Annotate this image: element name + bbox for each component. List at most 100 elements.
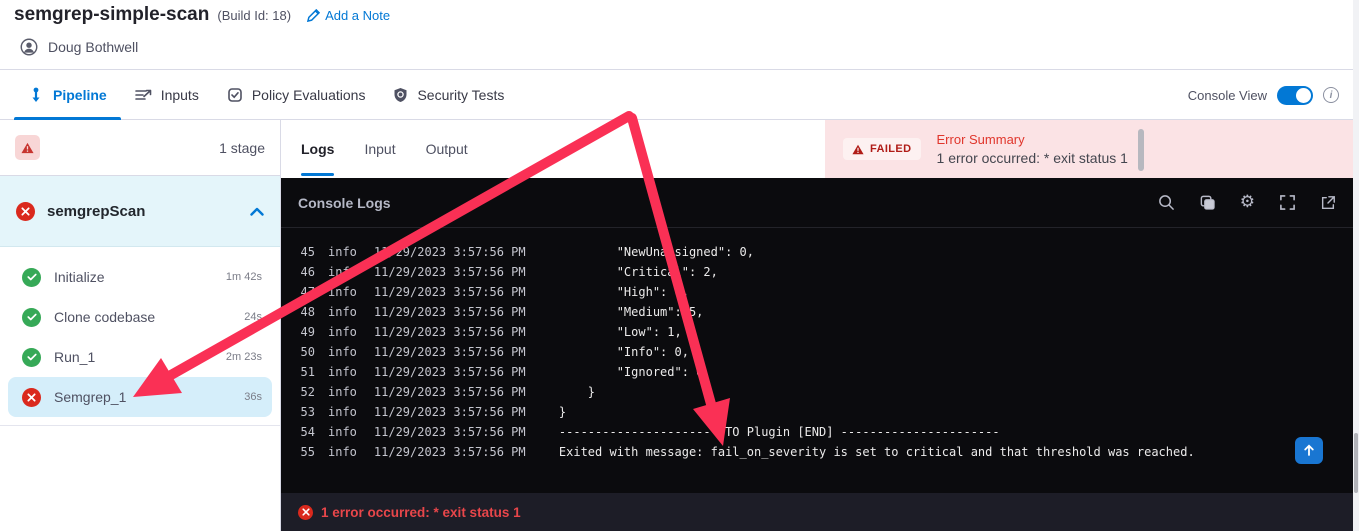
log-line-number: 50 <box>300 345 315 359</box>
log-level: info <box>328 345 357 359</box>
warning-triangle-icon <box>21 142 34 153</box>
status-badge: FAILED <box>843 138 921 160</box>
tab-output[interactable]: Output <box>426 120 468 178</box>
tab-pipeline[interactable]: Pipeline <box>14 70 121 120</box>
log-timestamp: 11/29/2023 3:57:56 PM <box>373 265 526 279</box>
user-avatar-icon <box>20 38 38 56</box>
log-timestamp: 11/29/2023 3:57:56 PM <box>373 285 526 299</box>
inputs-icon <box>134 89 151 100</box>
step-duration: 1m 42s <box>225 271 262 283</box>
log-message: "Ignored": 0 <box>558 365 704 379</box>
page-title: semgrep-simple-scan <box>14 4 210 25</box>
step-duration: 2m 23s <box>225 351 262 363</box>
log-level: info <box>328 265 357 279</box>
step-row-initialize[interactable]: Initialize 1m 42s <box>8 257 272 297</box>
log-message: } <box>558 405 567 419</box>
console-view-toggle[interactable] <box>1277 85 1313 105</box>
stage-row-semgrepscan[interactable]: semgrepScan <box>0 176 280 247</box>
log-line: 45 info 11/29/2023 3:57:56 PM "NewUnassi… <box>281 242 1353 262</box>
console-log-lines: 45 info 11/29/2023 3:57:56 PM "NewUnassi… <box>281 228 1353 462</box>
chevron-up-icon[interactable] <box>250 207 264 216</box>
log-timestamp: 11/29/2023 3:57:56 PM <box>373 385 526 399</box>
log-line: 47 info 11/29/2023 3:57:56 PM "High": 0, <box>281 282 1353 302</box>
log-line-number: 54 <box>300 425 315 439</box>
log-line: 54 info 11/29/2023 3:57:56 PM ----------… <box>281 422 1353 442</box>
log-line-number: 51 <box>300 365 315 379</box>
log-message: "Low": 1, <box>558 325 682 339</box>
success-status-icon <box>22 267 41 287</box>
log-timestamp: 11/29/2023 3:57:56 PM <box>373 345 526 359</box>
tab-label: Security Tests <box>417 86 505 103</box>
tab-logs[interactable]: Logs <box>301 120 335 178</box>
tab-input[interactable]: Input <box>364 120 395 178</box>
copy-icon[interactable] <box>1199 194 1216 211</box>
log-level: info <box>328 305 357 319</box>
security-shield-icon <box>394 87 407 102</box>
step-row-run-1[interactable]: Run_1 2m 23s <box>8 337 272 377</box>
log-message: "NewUnassigned": 0, <box>558 245 754 259</box>
step-label: Run_1 <box>54 349 96 365</box>
log-level: info <box>328 365 357 379</box>
log-level: info <box>328 425 357 439</box>
add-note-label: Add a Note <box>325 7 391 23</box>
step-list: Initialize 1m 42s Clone codebase 24s Run… <box>0 247 280 426</box>
tab-label: Policy Evaluations <box>251 86 366 103</box>
build-header: semgrep-simple-scan (Build Id: 18) Add a… <box>0 0 1359 70</box>
log-level: info <box>328 445 357 459</box>
step-label: Semgrep_1 <box>54 389 127 405</box>
log-message: "Info": 0, <box>558 345 689 359</box>
page-scrollbar[interactable] <box>1353 0 1359 531</box>
user-name: Doug Bothwell <box>48 39 139 55</box>
stage-sidebar: 1 stage semgrepScan Initialize 1m 42s Cl… <box>0 120 281 531</box>
log-line-number: 46 <box>300 265 315 279</box>
search-icon[interactable] <box>1158 194 1175 211</box>
tab-policy-evaluations[interactable]: Policy Evaluations <box>213 70 380 119</box>
error-circle-icon <box>298 504 313 520</box>
page-scrollbar-thumb[interactable] <box>1354 433 1358 493</box>
footer-error-message: 1 error occurred: * exit status 1 <box>321 504 521 520</box>
log-timestamp: 11/29/2023 3:57:56 PM <box>373 425 526 439</box>
step-row-clone-codebase[interactable]: Clone codebase 24s <box>8 297 272 337</box>
log-timestamp: 11/29/2023 3:57:56 PM <box>373 365 526 379</box>
console-logs-panel: Console Logs ⚙ 45 info 11/29/2023 3:57:5… <box>281 178 1353 493</box>
warning-triangle-icon <box>852 144 864 154</box>
scroll-to-top-button[interactable] <box>1295 437 1323 464</box>
failed-stage-chip <box>15 135 40 160</box>
success-status-icon <box>22 347 41 367</box>
nav-tab-bar: Pipeline Inputs Policy Evaluations Secur… <box>0 70 1359 120</box>
add-note-button[interactable]: Add a Note <box>307 8 390 23</box>
step-row-semgrep-1[interactable]: Semgrep_1 36s <box>8 377 272 417</box>
log-message: Exited with message: fail_on_severity is… <box>558 445 1195 459</box>
log-message: } <box>558 385 596 399</box>
tab-security-tests[interactable]: Security Tests <box>379 70 518 119</box>
stage-count: 1 stage <box>219 139 265 156</box>
log-timestamp: 11/29/2023 3:57:56 PM <box>373 305 526 319</box>
step-label: Initialize <box>54 269 105 285</box>
console-header: Console Logs ⚙ <box>281 178 1353 228</box>
fullscreen-icon[interactable] <box>1279 194 1296 211</box>
info-icon[interactable]: i <box>1323 87 1339 103</box>
log-line-number: 52 <box>300 385 315 399</box>
tab-label: Inputs <box>160 86 199 103</box>
log-timestamp: 11/29/2023 3:57:56 PM <box>373 325 526 339</box>
tab-label: Pipeline <box>53 86 107 103</box>
log-level: info <box>328 245 357 259</box>
success-status-icon <box>22 307 41 327</box>
error-summary-scrollbar[interactable] <box>1138 129 1144 171</box>
log-line: 46 info 11/29/2023 3:57:56 PM "Critical"… <box>281 262 1353 282</box>
external-link-icon[interactable] <box>1320 195 1336 211</box>
log-level: info <box>328 405 357 419</box>
error-summary-title: Error Summary <box>936 132 1025 147</box>
log-line-number: 55 <box>300 445 315 459</box>
log-message: "Critical": 2, <box>558 265 718 279</box>
tab-inputs[interactable]: Inputs <box>121 70 213 119</box>
gear-icon[interactable]: ⚙ <box>1240 194 1255 211</box>
log-line: 50 info 11/29/2023 3:57:56 PM "Info": 0, <box>281 342 1353 362</box>
log-line: 51 info 11/29/2023 3:57:56 PM "Ignored":… <box>281 362 1353 382</box>
log-line-number: 49 <box>300 325 315 339</box>
console-toolbar: ⚙ <box>1158 194 1336 211</box>
pipeline-icon <box>32 87 40 102</box>
console-error-footer: 1 error occurred: * exit status 1 <box>281 493 1353 531</box>
console-view-label: Console View <box>1187 87 1267 103</box>
log-level: info <box>328 325 357 339</box>
